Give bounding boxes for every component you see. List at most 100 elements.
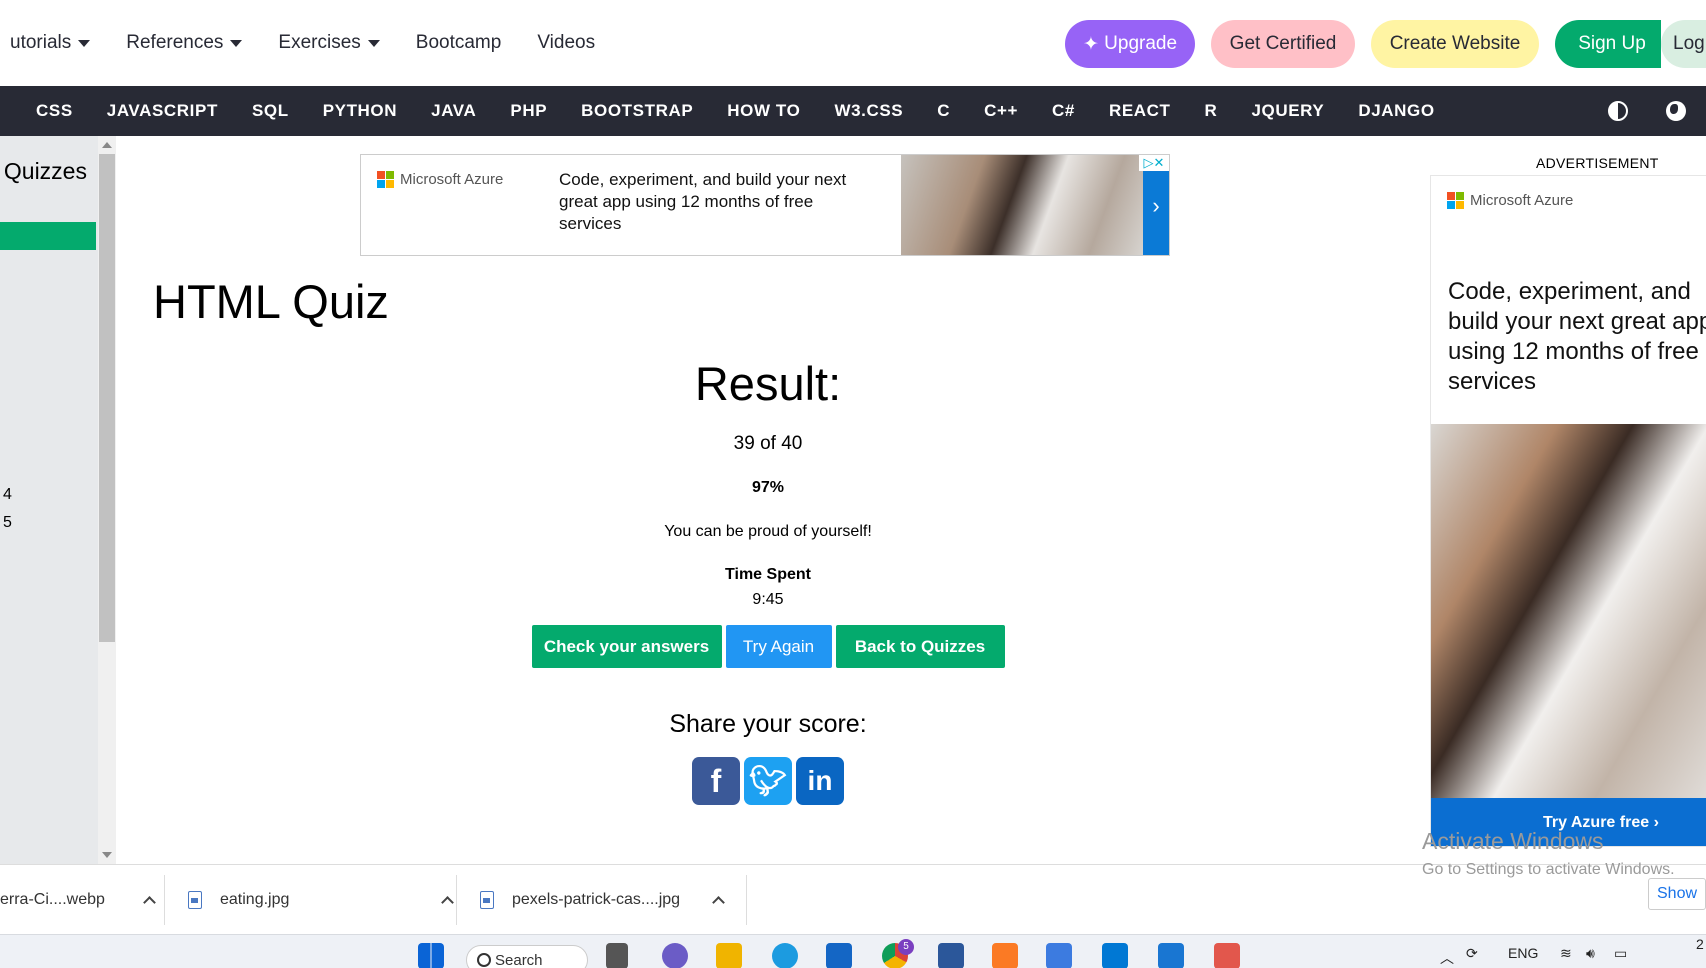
sidebar-ad-brand: Microsoft Azure xyxy=(1447,192,1573,209)
xampp-icon[interactable] xyxy=(992,943,1018,968)
edge-icon[interactable] xyxy=(772,943,798,968)
subject-c[interactable]: C xyxy=(920,101,967,121)
sidebar-scrollbar[interactable] xyxy=(98,136,116,864)
language-indicator[interactable]: ENG xyxy=(1508,945,1538,961)
contrast-toggle-icon[interactable] xyxy=(1608,101,1628,121)
word-icon[interactable] xyxy=(938,943,964,968)
snipping-tool-icon[interactable] xyxy=(1214,943,1240,968)
nav-exercises-label: Exercises xyxy=(278,32,361,53)
task-view-icon[interactable] xyxy=(606,943,628,968)
nav-bootcamp[interactable]: Bootcamp xyxy=(398,32,520,54)
image-file-icon xyxy=(188,891,202,909)
chevron-up-icon[interactable] xyxy=(441,896,455,909)
teams-icon[interactable] xyxy=(662,943,688,968)
download-item[interactable]: eating.jpg xyxy=(188,865,455,935)
scroll-down-arrow-icon[interactable] xyxy=(102,852,112,858)
download-item[interactable]: erra-Ci....webp xyxy=(0,865,156,935)
nav-tutorials[interactable]: utorials xyxy=(0,32,108,54)
show-all-button[interactable]: Show xyxy=(1648,878,1706,910)
nav-exercises[interactable]: Exercises xyxy=(260,32,397,54)
ad-text: Code, experiment, and build your next gr… xyxy=(559,170,847,233)
subject-r[interactable]: R xyxy=(1188,101,1235,121)
subject-python[interactable]: PYTHON xyxy=(306,101,414,121)
scroll-up-arrow-icon[interactable] xyxy=(102,142,112,148)
store-icon[interactable] xyxy=(826,943,852,968)
sidebar-ad[interactable]: Microsoft Azure Code, experiment, and bu… xyxy=(1430,175,1706,847)
subject-css[interactable]: CSS xyxy=(0,101,90,121)
nav-references-label: References xyxy=(126,32,224,53)
ad-brand: Microsoft Azure xyxy=(377,171,503,188)
sign-up-button[interactable]: Sign Up xyxy=(1555,20,1661,68)
sidebar-item-number[interactable]: 4 xyxy=(3,486,12,504)
chevron-up-icon[interactable] xyxy=(712,896,725,909)
sidebar-active-item[interactable] xyxy=(0,222,96,250)
ad-brand-label: Microsoft Azure xyxy=(400,171,504,188)
main-content: Microsoft Azure Code, experiment, and bu… xyxy=(116,136,1420,864)
subject-nav: CSS JAVASCRIPT SQL PYTHON JAVA PHP BOOTS… xyxy=(0,86,1706,136)
chevron-up-icon[interactable] xyxy=(143,896,156,909)
upgrade-button[interactable]: ✦ Upgrade xyxy=(1065,20,1195,68)
nav-tutorials-label: utorials xyxy=(10,32,72,53)
notepad-icon[interactable] xyxy=(1046,943,1072,968)
back-to-quizzes-button[interactable]: Back to Quizzes xyxy=(835,625,1005,668)
subject-django[interactable]: DJANGO xyxy=(1341,101,1451,121)
adchoices-close-icon[interactable]: ▷✕ xyxy=(1139,155,1169,171)
volume-icon[interactable]: 🔊︎ xyxy=(1586,945,1595,962)
subject-jquery[interactable]: JQUERY xyxy=(1234,101,1341,121)
globe-icon[interactable] xyxy=(1666,101,1686,121)
linkedin-icon[interactable]: in xyxy=(796,757,844,805)
subject-howto[interactable]: HOW TO xyxy=(710,101,817,121)
subject-w3css[interactable]: W3.CSS xyxy=(817,101,920,121)
check-answers-button[interactable]: Check your answers xyxy=(531,625,722,668)
vscode-icon[interactable] xyxy=(1102,943,1128,968)
facebook-icon[interactable]: f xyxy=(692,757,740,805)
windows-start-icon[interactable] xyxy=(418,943,444,968)
watermark-line-2: Go to Settings to activate Windows. xyxy=(1422,861,1675,878)
scrollbar-thumb[interactable] xyxy=(99,154,115,642)
tray-chevron-up-icon[interactable]: ︿ xyxy=(1440,948,1454,968)
try-again-button[interactable]: Try Again xyxy=(725,625,832,668)
get-certified-button[interactable]: Get Certified xyxy=(1211,20,1355,68)
social-share: f 🐦︎ in xyxy=(116,757,1420,805)
score-text: 39 of 40 xyxy=(733,433,803,454)
share-label: Share your score: xyxy=(669,710,867,738)
sync-icon[interactable]: ⟳ xyxy=(1466,945,1478,962)
sidebar-ad-text: Code, experiment, and build your next gr… xyxy=(1448,278,1706,395)
subject-csharp[interactable]: C# xyxy=(1035,101,1092,121)
nav-references[interactable]: References xyxy=(108,32,260,54)
clock[interactable]: 2 xyxy=(1696,936,1704,952)
caret-down-icon xyxy=(230,39,243,47)
caret-down-icon xyxy=(367,39,380,47)
sidebar-ad-brand-label: Microsoft Azure xyxy=(1470,192,1574,209)
wifi-icon[interactable]: ≋ xyxy=(1560,945,1572,962)
download-filename: eating.jpg xyxy=(220,891,290,908)
subject-php[interactable]: PHP xyxy=(493,101,564,121)
sidebar-ad-photo xyxy=(1431,424,1706,799)
file-explorer-icon[interactable] xyxy=(716,943,742,968)
nav-videos[interactable]: Videos xyxy=(519,32,613,54)
notification-badge: 5 xyxy=(898,939,914,955)
subject-java[interactable]: JAVA xyxy=(414,101,493,121)
sidebar-item-number[interactable]: 5 xyxy=(3,514,12,532)
browser-page: utorials References Exercises Bootcamp V… xyxy=(0,0,1706,968)
download-item[interactable]: pexels-patrick-cas....jpg xyxy=(480,865,725,935)
subject-sql[interactable]: SQL xyxy=(235,101,306,121)
twitter-icon[interactable]: 🐦︎ xyxy=(744,757,792,805)
photos-icon[interactable] xyxy=(1158,943,1184,968)
subject-javascript[interactable]: JAVASCRIPT xyxy=(90,101,235,121)
banner-ad[interactable]: Microsoft Azure Code, experiment, and bu… xyxy=(360,154,1170,256)
subject-react[interactable]: REACT xyxy=(1092,101,1188,121)
log-in-button[interactable]: Log xyxy=(1661,20,1706,68)
taskbar-search[interactable]: Search xyxy=(466,945,588,968)
windows-taskbar: Search 5 ︿ ⟳ ENG ≋ 🔊︎ ▭ 2 xyxy=(0,934,1706,968)
battery-icon[interactable]: ▭ xyxy=(1614,945,1627,962)
create-website-button[interactable]: Create Website xyxy=(1371,20,1539,68)
time-spent-label: Time Spent xyxy=(725,566,811,583)
result-heading: Result: xyxy=(694,357,842,410)
subject-bootstrap[interactable]: BOOTSTRAP xyxy=(564,101,710,121)
subject-cpp[interactable]: C++ xyxy=(967,101,1035,121)
microsoft-logo-icon xyxy=(377,171,394,188)
subnav-icons xyxy=(1608,86,1686,136)
download-filename: erra-Ci....webp xyxy=(0,891,105,908)
ad-photo xyxy=(901,155,1144,255)
